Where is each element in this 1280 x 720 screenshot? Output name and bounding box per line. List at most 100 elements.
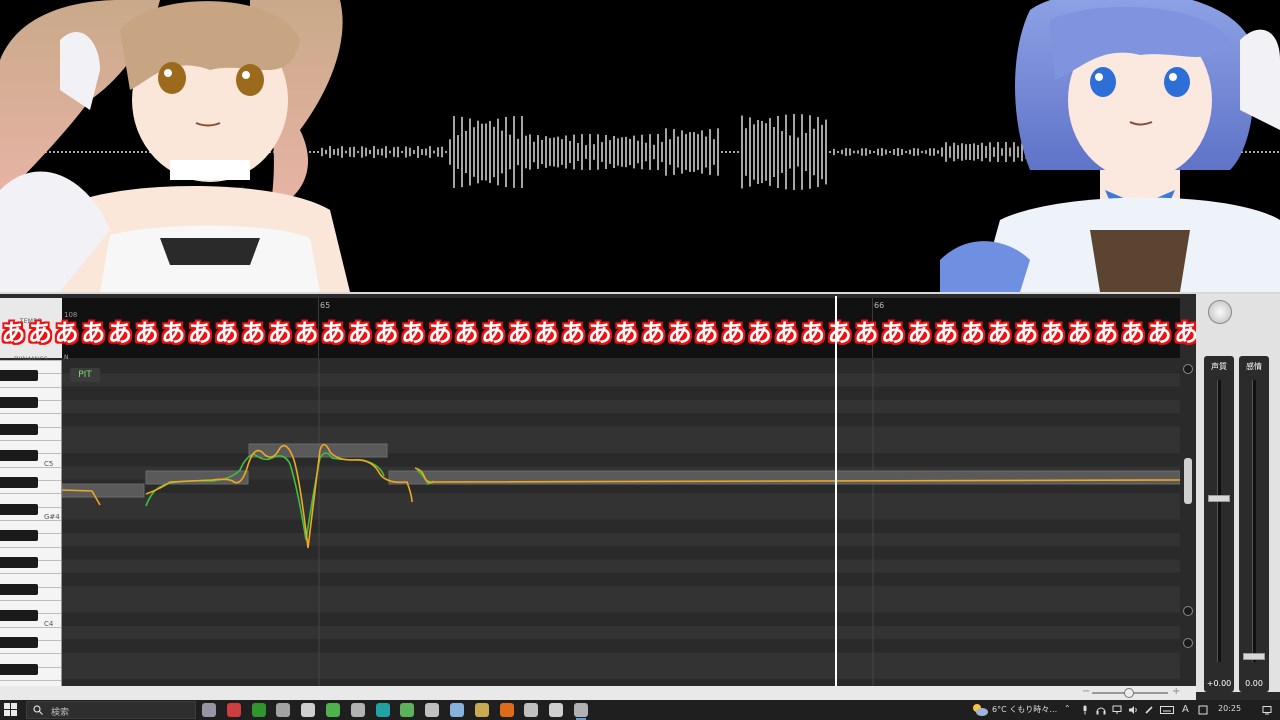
master-knob[interactable] [1208, 300, 1232, 324]
piano-roll-grid[interactable] [62, 360, 1180, 686]
app-pause-icon[interactable] [524, 703, 539, 717]
ime-mode-icon[interactable] [1198, 705, 1208, 715]
app-clock-icon[interactable] [276, 703, 291, 717]
fader-value: +0.00 [1206, 679, 1232, 688]
emotion-fader[interactable]: 感情 0.00 [1239, 356, 1269, 692]
lyric-char: あ [267, 319, 292, 347]
bar-number: 66 [874, 301, 885, 310]
system-tray: 6°C くもり時々… ⌃ A 20:25 [960, 700, 1280, 720]
lyric-char: あ [481, 319, 506, 347]
parameter-panel: 声質 +0.00 感情 0.00 [1196, 294, 1280, 692]
app-obs-icon[interactable] [549, 703, 564, 717]
lyric-char: あ [374, 319, 399, 347]
fader-thumb[interactable] [1243, 653, 1265, 661]
lyric-char: あ [321, 319, 346, 347]
white-key-divider [0, 519, 61, 521]
zoom-out-icon[interactable]: − [1082, 686, 1090, 697]
black-key[interactable] [0, 530, 38, 541]
lyric-char: あ [694, 319, 719, 347]
fader-track[interactable] [1217, 380, 1221, 662]
zoom-thumb[interactable] [1124, 688, 1134, 698]
chrome-icon[interactable] [226, 703, 241, 717]
pen-icon[interactable] [1144, 705, 1154, 715]
fader-title: 感情 [1246, 362, 1262, 371]
lyric-char: あ [1094, 319, 1119, 347]
black-key[interactable] [0, 424, 38, 435]
scroll-down-button[interactable] [1183, 606, 1193, 616]
lyric-char: あ [1120, 319, 1145, 347]
black-key[interactable] [0, 610, 38, 621]
grid-row [62, 652, 1180, 666]
grid-row [62, 386, 1180, 400]
grid-row [62, 453, 1180, 467]
editor-status-strip [0, 686, 1196, 700]
app-graph-icon[interactable] [400, 703, 415, 717]
app-shield-icon[interactable] [251, 703, 266, 717]
black-key[interactable] [0, 557, 38, 568]
zoom-in-icon[interactable]: + [1172, 686, 1180, 697]
lyric-char: あ [1040, 319, 1065, 347]
app-monitor-icon[interactable] [450, 703, 464, 717]
black-key[interactable] [0, 637, 38, 648]
keyboard-icon[interactable] [1160, 705, 1174, 715]
black-key[interactable] [0, 584, 38, 595]
white-key-divider [0, 653, 61, 655]
clock-time[interactable]: 20:25 [1218, 704, 1241, 713]
taskbar-search[interactable]: 検索 [26, 701, 196, 719]
note-block [145, 470, 249, 485]
black-key[interactable] [0, 397, 38, 408]
horizontal-zoom-slider[interactable]: − + [1080, 686, 1180, 700]
scroll-thumb[interactable] [1184, 458, 1192, 504]
grid-row [62, 612, 1180, 626]
task-view-icon[interactable] [202, 703, 216, 717]
black-key[interactable] [0, 370, 38, 381]
grid-row [62, 559, 1180, 573]
lyric-char: あ [721, 319, 746, 347]
app-green-icon[interactable] [326, 703, 340, 717]
pitch-parameter-label[interactable]: PIT [70, 368, 100, 382]
note-block [248, 443, 388, 458]
microphone-icon[interactable] [1080, 705, 1090, 715]
chevron-up-icon[interactable]: ⌃ [1064, 704, 1071, 713]
fader-thumb[interactable] [1208, 495, 1230, 503]
app-teal-icon[interactable] [375, 703, 390, 717]
lyric-char: あ [1067, 319, 1092, 347]
windows-taskbar: 検索 6°C くもり時々… ⌃ A 20:25 [0, 700, 1280, 720]
black-key[interactable] [0, 450, 38, 461]
firefox-icon[interactable] [499, 703, 514, 717]
white-key-divider [0, 413, 61, 415]
app-folder-icon[interactable] [474, 703, 489, 717]
voice-quality-fader[interactable]: 声質 +0.00 [1204, 356, 1234, 692]
app-editor-active-icon[interactable] [574, 703, 588, 720]
app-pen-icon[interactable] [350, 703, 365, 717]
vertical-scrollbar[interactable] [1180, 360, 1196, 686]
lyric-char: あ [161, 319, 186, 347]
playhead[interactable] [835, 296, 837, 686]
headset-icon[interactable] [1096, 705, 1106, 715]
lyric-char: あ [107, 319, 132, 347]
character-right-illustration [940, 0, 1280, 292]
black-key[interactable] [0, 477, 38, 488]
vertical-zoom-knob[interactable] [1183, 638, 1193, 648]
white-key-divider [0, 466, 61, 468]
app-window: TEMPO DYNAMICS 65 66 108 N あああああああああああああ… [0, 0, 1280, 720]
weather-text[interactable]: 6°C くもり時々… [992, 704, 1057, 715]
fader-track[interactable] [1252, 380, 1256, 662]
search-placeholder: 検索 [51, 708, 70, 718]
app-circle-icon[interactable] [425, 703, 440, 717]
lyric-char: あ [54, 319, 79, 347]
start-button[interactable] [4, 703, 18, 717]
scroll-up-button[interactable] [1183, 364, 1193, 374]
weather-cloud-icon[interactable] [972, 703, 988, 716]
network-icon[interactable] [1112, 705, 1122, 715]
app-terminal-icon[interactable] [301, 703, 316, 717]
lyric-char: あ [827, 319, 852, 347]
windows-logo-icon [4, 703, 10, 709]
black-key[interactable] [0, 664, 38, 675]
volume-icon[interactable] [1128, 705, 1138, 715]
ime-indicator[interactable]: A [1182, 704, 1189, 715]
notification-icon[interactable] [1262, 705, 1272, 715]
black-key[interactable] [0, 504, 38, 515]
white-key-divider [0, 599, 61, 601]
piano-keyboard[interactable]: C5 G#4 C4 [0, 360, 62, 686]
